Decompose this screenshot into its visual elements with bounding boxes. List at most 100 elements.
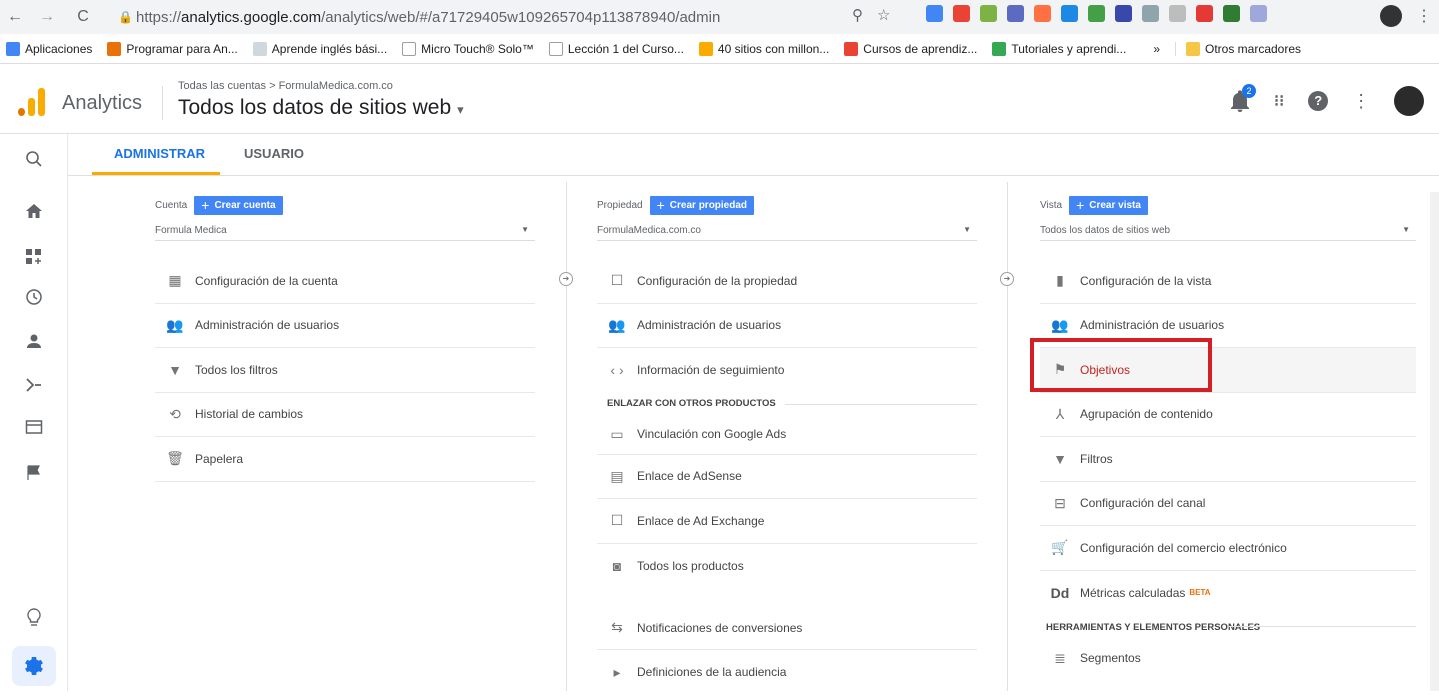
bookmark-item[interactable]: Programar para An... — [107, 41, 238, 56]
plus-icon: + — [1076, 197, 1085, 213]
back-icon[interactable]: ← — [4, 8, 26, 26]
extension-icon[interactable] — [926, 5, 943, 22]
profile-avatar[interactable] — [1380, 5, 1402, 27]
extension-icon[interactable] — [1034, 5, 1051, 22]
segments-item[interactable]: ≣ Segmentos — [1040, 639, 1416, 677]
bookmark-item[interactable]: 40 sitios con millon... — [698, 41, 829, 56]
audience-person-icon[interactable] — [24, 332, 44, 352]
calculated-metrics-item[interactable]: Dd Métricas calculadas BETA — [1040, 571, 1416, 616]
search-icon[interactable] — [24, 150, 44, 170]
view-settings-item[interactable]: ▮ Configuración de la vista — [1040, 259, 1416, 304]
extension-icon[interactable] — [1196, 5, 1213, 22]
all-products-item[interactable]: ◙ Todos los productos — [597, 544, 977, 589]
bookmarks-more[interactable]: » — [1153, 42, 1160, 56]
ecommerce-settings-item[interactable]: 🛒 Configuración del comercio electrónico — [1040, 526, 1416, 571]
help-icon[interactable]: ? — [1308, 91, 1329, 111]
window-icon: ☐ — [610, 272, 624, 289]
view-heading: Vista — [1040, 199, 1063, 211]
link-products-section: ENLAZAR CON OTROS PRODUCTOS — [597, 393, 977, 415]
extension-icon[interactable] — [1250, 5, 1267, 22]
bookmark-item[interactable]: Cursos de aprendiz... — [844, 41, 977, 56]
bookmark-item[interactable]: Aprende inglés bási... — [252, 41, 387, 56]
property-settings-item[interactable]: ☐ Configuración de la propiedad — [597, 259, 977, 304]
more-vert-icon[interactable]: ⋮ — [1352, 91, 1370, 112]
address-bar[interactable]: 🔒 https://analytics.google.com/analytics… — [118, 4, 888, 30]
ad-exchange-link-item[interactable]: ☐ Enlace de Ad Exchange — [597, 499, 977, 544]
tracking-info-item[interactable]: ‹ › Información de seguimiento — [597, 348, 977, 393]
postbacks-item[interactable]: ⇆ Notificaciones de conversiones — [597, 588, 977, 650]
property-selector[interactable]: FormulaMedica.com.co ▼ — [597, 225, 977, 241]
extension-icon[interactable] — [1088, 5, 1105, 22]
create-property-button[interactable]: + Crear propiedad — [649, 195, 755, 215]
bookmark-item[interactable]: Aplicaciones — [6, 41, 92, 56]
forward-icon[interactable]: → — [36, 8, 58, 26]
content-grouping-item[interactable]: ⅄ Agrupación de contenido — [1040, 393, 1416, 437]
account-settings-item[interactable]: ▦ Configuración de la cuenta — [155, 259, 535, 304]
adsense-link-item[interactable]: ▤ Enlace de AdSense — [597, 455, 977, 499]
extension-icon[interactable] — [1142, 5, 1159, 22]
view-title: Todos los datos de sitios web — [178, 96, 452, 119]
extension-icon[interactable] — [1169, 5, 1186, 22]
extension-icon[interactable] — [1115, 5, 1132, 22]
acquisition-icon[interactable] — [24, 376, 44, 396]
extension-icon[interactable] — [1223, 5, 1240, 22]
apps-grid-icon[interactable]: ⁝⁝ — [1274, 91, 1284, 111]
reload-icon[interactable]: C — [72, 8, 94, 26]
admin-gear-icon[interactable] — [12, 646, 56, 686]
change-history-item[interactable]: ⟲ Historial de cambios — [155, 393, 535, 437]
users-icon: 👥 — [1051, 316, 1069, 333]
tab-usuario[interactable]: USUARIO — [244, 146, 304, 161]
all-filters-item[interactable]: ▼ Todos los filtros — [155, 348, 535, 393]
users-icon: 👥 — [608, 316, 626, 333]
caret-down-icon: ▾ — [457, 102, 464, 117]
goals-highlight-box — [1030, 338, 1212, 392]
document-icon: ▮ — [1056, 272, 1064, 289]
create-account-button[interactable]: + Crear cuenta — [194, 195, 283, 215]
column-divider — [1007, 182, 1008, 691]
account-column: Cuenta + Crear cuenta Formula Medica ▼ ▦ Co… — [155, 195, 535, 482]
browser-menu-icon[interactable]: ⋮ — [1416, 6, 1432, 26]
view-selector-dropdown[interactable]: Todos los datos de sitios web ▼ — [1040, 225, 1416, 241]
view-selector[interactable]: Todos los datos de sitios web ▾ — [178, 96, 464, 120]
realtime-clock-icon[interactable] — [24, 288, 44, 308]
zoom-icon[interactable]: ⚲ — [852, 6, 863, 24]
cart-icon: 🛒 — [1051, 539, 1069, 556]
extension-icon[interactable] — [953, 5, 970, 22]
conversions-flag-icon[interactable] — [24, 464, 44, 484]
extension-icon[interactable] — [980, 5, 997, 22]
discover-lightbulb-icon[interactable] — [24, 608, 44, 628]
folder-icon — [1186, 41, 1200, 56]
view-column: Vista + Crear vista Todos los datos de si… — [1040, 195, 1416, 677]
audience-definitions-item[interactable]: ▸ Definiciones de la audiencia — [597, 650, 977, 695]
bookmark-item[interactable]: Micro Touch® Solo™ — [402, 41, 534, 56]
caret-down-icon: ▼ — [963, 225, 971, 234]
property-heading: Propiedad — [597, 199, 643, 211]
view-filters-item[interactable]: ▼ Filtros — [1040, 437, 1416, 482]
user-avatar[interactable] — [1394, 86, 1425, 116]
plus-icon: + — [201, 197, 210, 213]
behavior-icon[interactable] — [24, 418, 44, 438]
bookmark-item[interactable]: Lección 1 del Curso... — [548, 41, 684, 56]
create-view-button[interactable]: + Crear vista — [1069, 195, 1148, 215]
account-user-management-item[interactable]: 👥 Administración de usuarios — [155, 304, 535, 348]
google-ads-link-item[interactable]: ▭ Vinculación con Google Ads — [597, 415, 977, 455]
ads-icon: ▭ — [610, 425, 624, 442]
extension-icon[interactable] — [1007, 5, 1024, 22]
property-user-management-item[interactable]: 👥 Administración de usuarios — [597, 304, 977, 348]
account-heading: Cuenta — [155, 199, 188, 211]
bookmark-item[interactable]: Tutoriales y aprendi... — [992, 41, 1126, 56]
channel-settings-item[interactable]: ⊟ Configuración del canal — [1040, 482, 1416, 526]
customization-icon[interactable] — [24, 248, 44, 268]
account-selector[interactable]: Formula Medica ▼ — [155, 225, 535, 241]
personal-tools-section: HERRAMIENTAS Y ELEMENTOS PERSONALES — [1040, 615, 1416, 639]
tab-administrar[interactable]: ADMINISTRAR — [114, 146, 205, 161]
star-icon[interactable]: ☆ — [877, 6, 890, 24]
breadcrumb[interactable]: Todas las cuentas > FormulaMedica.com.co — [178, 80, 393, 92]
other-bookmarks[interactable]: Otros marcadores — [1175, 41, 1301, 56]
notifications-bell-icon[interactable]: 2 — [1230, 84, 1256, 112]
beta-badge: BETA — [1189, 588, 1211, 598]
trash-item[interactable]: 🗑 Papelera — [155, 437, 535, 482]
extension-icon[interactable] — [1061, 5, 1078, 22]
home-icon[interactable] — [24, 202, 44, 222]
scrollbar[interactable] — [1430, 192, 1439, 691]
